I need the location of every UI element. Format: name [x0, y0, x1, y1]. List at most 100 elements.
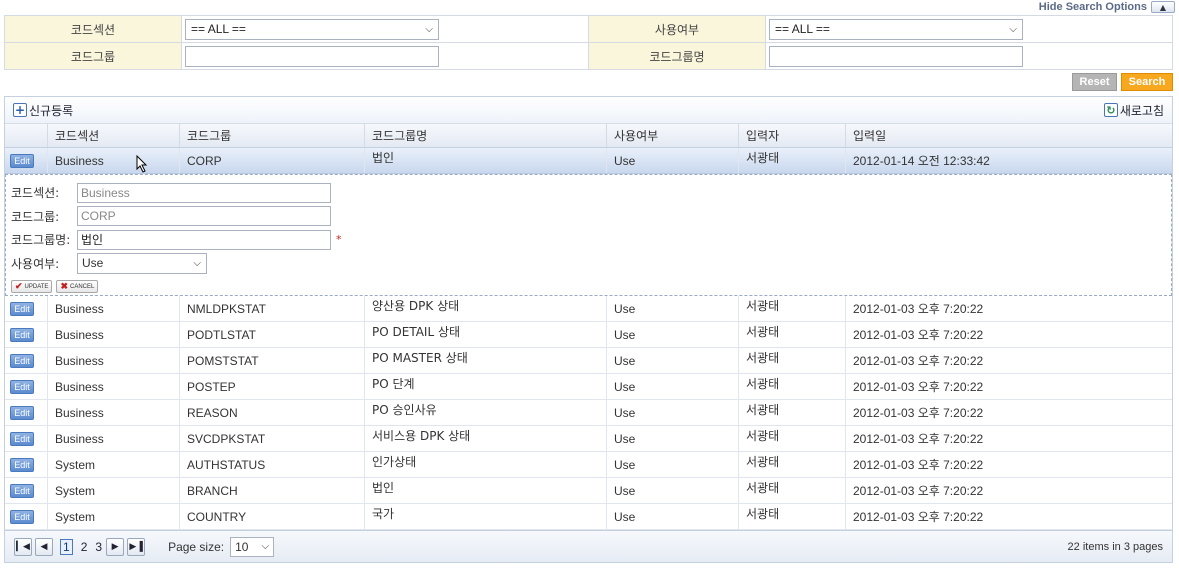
cell-use: Use — [607, 296, 739, 321]
search-buttons: Reset Search — [1072, 73, 1173, 91]
cancel-button[interactable]: ✖ CANCEL — [56, 280, 99, 293]
edit-button[interactable]: Edit — [10, 353, 34, 368]
cell-date: 2012-01-03 오후 7:20:22 — [853, 432, 984, 446]
header-code-section[interactable]: 코드섹션 — [48, 124, 180, 147]
page-link-1[interactable]: 1 — [60, 538, 73, 555]
edit-button[interactable]: Edit — [10, 509, 34, 524]
edit-button[interactable]: Edit — [10, 327, 34, 342]
header-use-flag[interactable]: 사용여부 — [607, 124, 739, 147]
edit-button[interactable]: Edit — [10, 153, 34, 168]
header-code-group-name[interactable]: 코드그룹명 — [365, 124, 607, 147]
update-button[interactable]: ✔ UPDATE — [11, 280, 53, 293]
next-page-icon[interactable]: ▶ — [106, 537, 125, 556]
code-section-select[interactable]: == ALL == ⌵ — [185, 18, 439, 40]
cell-group: POMSTSTAT — [180, 348, 365, 373]
edit-button[interactable]: Edit — [10, 301, 34, 316]
edit-button[interactable]: Edit — [10, 379, 34, 394]
cell-name: 양산용 DPK 상태 — [372, 299, 460, 313]
cell-section: Business — [48, 148, 180, 173]
chevron-up-icon[interactable]: ▲ — [1151, 1, 1175, 13]
table-row[interactable]: Edit Business REASON PO 승인사유 Use 서광태 2012-01-0… — [5, 400, 1172, 426]
label-code-section: 코드섹션 — [4, 15, 182, 43]
add-new-button[interactable]: + 신규등록 — [13, 102, 73, 119]
cell-use: Use — [607, 452, 739, 477]
header-code-group[interactable]: 코드그룹 — [180, 124, 365, 147]
table-row[interactable]: Edit Business POSTEP PO 단계 Use 서광태 2012-01-03 … — [5, 374, 1172, 400]
edit-button[interactable]: Edit — [10, 405, 34, 420]
cell-use: Use — [607, 322, 739, 347]
table-row[interactable]: Edit System COUNTRY 국가 Use 서광태 2012-01-03 오후 7… — [5, 504, 1172, 530]
header-input-date[interactable]: 입력일 — [846, 124, 1172, 147]
table-row[interactable]: Edit System BRANCH 법인 Use 서광태 2012-01-03 오후 7:… — [5, 478, 1172, 504]
table-row[interactable]: Edit Business SVCDPKSTAT 서비스용 DPK 상태 Use 서광태 2… — [5, 426, 1172, 452]
first-page-icon[interactable]: ▎◀ — [14, 537, 32, 556]
hide-search-options-link[interactable]: Hide Search Options — [1039, 1, 1147, 13]
cell-date: 2012-01-03 오후 7:20:22 — [853, 328, 984, 342]
search-panel: 코드섹션 == ALL == ⌵ 사용여부 == ALL == ⌵ 코드그룹 코… — [4, 15, 1173, 70]
cell-group: PODTLSTAT — [180, 322, 365, 347]
cell-name: PO MASTER 상태 — [372, 351, 468, 365]
last-page-icon[interactable]: ▶▐ — [127, 537, 146, 556]
refresh-label: 새로고침 — [1119, 103, 1164, 118]
edit-button[interactable]: Edit — [10, 431, 34, 446]
cell-group: AUTHSTATUS — [180, 452, 365, 477]
cell-section: Business — [48, 322, 180, 347]
pager-summary: 22 items in 3 pages — [1068, 541, 1163, 553]
cell-user: 서광태 — [746, 377, 780, 391]
edit-use-label: 사용여부: — [11, 256, 60, 271]
edit-name-field[interactable]: 법인 — [77, 229, 331, 250]
edit-use-select[interactable]: Use ⌵ — [77, 252, 207, 274]
grid-command-bar: + 신규등록 ↻ 새로고침 — [5, 97, 1172, 124]
cell-use: Use — [607, 400, 739, 425]
page-link-3[interactable]: 3 — [95, 540, 102, 554]
items-in-text: items in — [1082, 540, 1121, 553]
refresh-button[interactable]: ↻ 새로고침 — [1103, 102, 1164, 119]
cell-section: System — [48, 504, 180, 529]
chevron-down-icon: ⌵ — [193, 257, 201, 269]
use-flag-select[interactable]: == ALL == ⌵ — [769, 18, 1023, 40]
code-group-name-input[interactable] — [769, 45, 1023, 67]
cell-section: System — [48, 478, 180, 503]
cell-date: 2012-01-03 오후 7:20:22 — [853, 484, 984, 498]
label-code-group-name: 코드그룹명 — [588, 42, 766, 70]
header-input-user[interactable]: 입력자 — [739, 124, 846, 147]
search-options-toggle: Hide Search Options ▲ — [1039, 0, 1175, 14]
code-section-select-value: == ALL == — [191, 22, 246, 36]
edit-button[interactable]: Edit — [10, 483, 34, 498]
cell-user: 서광태 — [746, 507, 780, 521]
cell-user-wrap: 서광태 — [739, 452, 846, 477]
cell-user: 서광태 — [746, 481, 780, 495]
page-link-2[interactable]: 2 — [81, 540, 88, 554]
required-mark: * — [336, 233, 342, 247]
table-row[interactable]: Edit System AUTHSTATUS 인가상태 Use 서광태 2012-01-03… — [5, 452, 1172, 478]
cell-group: REASON — [180, 400, 365, 425]
cell-section: Business — [48, 400, 180, 425]
cell-section: Business — [48, 348, 180, 373]
grid-body: Edit Business NMLDPKSTAT 양산용 DPK 상태 Use 서광태 20… — [5, 296, 1172, 530]
inline-edit-form: 코드섹션: Business 코드그룹: CORP 코드그룹명: 법인 * 사용… — [5, 174, 1172, 296]
reset-button[interactable]: Reset — [1072, 73, 1117, 91]
table-row[interactable]: Edit Business NMLDPKSTAT 양산용 DPK 상태 Use 서광태 20… — [5, 296, 1172, 322]
add-new-label: 신규등록 — [29, 103, 74, 118]
cell-group: CORP — [180, 148, 365, 173]
table-row[interactable]: Edit Business PODTLSTAT PO DETAIL 상태 Use 서광태 2… — [5, 322, 1172, 348]
search-button[interactable]: Search — [1121, 73, 1173, 91]
refresh-icon: ↻ — [1103, 103, 1118, 117]
close-icon: ✖ — [60, 281, 68, 291]
cell-use: Use — [607, 374, 739, 399]
cell-section: System — [48, 452, 180, 477]
cell-name: 법인 — [372, 481, 395, 495]
edit-button[interactable]: Edit — [10, 457, 34, 472]
edit-cell: Edit — [5, 296, 48, 321]
prev-page-icon[interactable]: ◀ — [35, 537, 53, 556]
code-group-input[interactable] — [185, 45, 439, 67]
cancel-label: CANCEL — [70, 283, 95, 290]
table-row-selected[interactable]: Edit Business CORP 법인 Use 서광태 2012-01-14… — [5, 148, 1172, 174]
cell-name-wrap: PO 승인사유 — [365, 400, 607, 425]
cell-name: 서비스용 DPK 상태 — [372, 429, 471, 443]
cell-user: 서광태 — [746, 151, 780, 165]
cell-user-wrap: 서광태 — [739, 374, 846, 399]
cell-name: 인가상태 — [372, 455, 417, 469]
page-size-select[interactable]: 10 ⌵ — [230, 536, 275, 557]
table-row[interactable]: Edit Business POMSTSTAT PO MASTER 상태 Use 서광태 2… — [5, 348, 1172, 374]
